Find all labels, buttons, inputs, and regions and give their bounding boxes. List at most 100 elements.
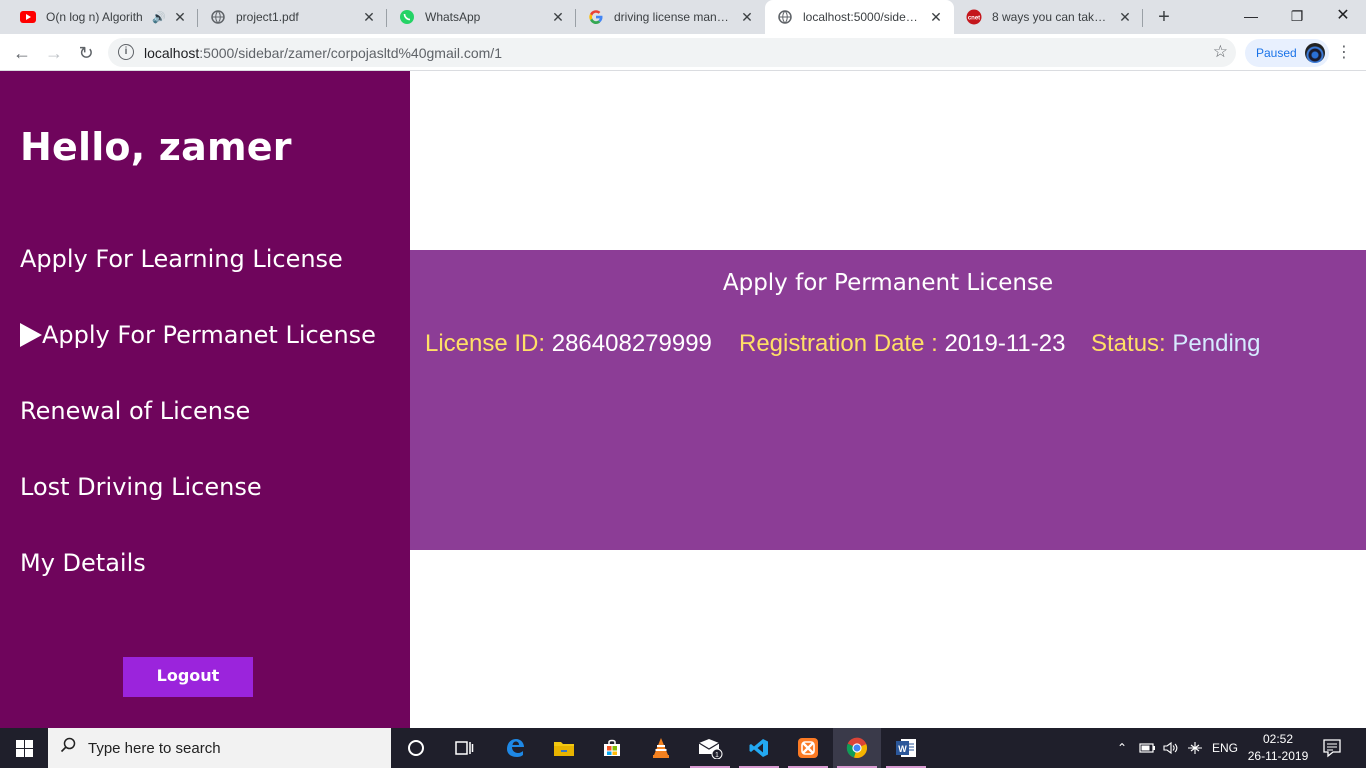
registration-date-label: Registration Date :	[739, 330, 938, 357]
registration-date-value: 2019-11-23	[944, 330, 1066, 357]
tab-google-search[interactable]: driving license manage ✕	[576, 0, 765, 34]
url-path: :5000/sidebar/zamer/corpojasltd%40gmail.…	[199, 45, 502, 61]
bookmark-star-icon[interactable]: ☆	[1213, 42, 1228, 62]
sidebar-item-label: Apply For Learning License	[20, 245, 343, 273]
reload-button[interactable]: ↻	[72, 39, 100, 67]
youtube-icon	[20, 9, 36, 25]
menu-kebab-icon[interactable]: ⋮	[1336, 39, 1352, 67]
chrome-icon[interactable]	[833, 728, 881, 768]
tab-cnet[interactable]: cnet 8 ways you can take scr ✕	[954, 0, 1143, 34]
address-bar[interactable]: i localhost:5000/sidebar/zamer/corpojasl…	[108, 38, 1236, 67]
tab-whatsapp[interactable]: WhatsApp ✕	[387, 0, 576, 34]
tab-title: driving license manage	[614, 10, 733, 24]
license-id-label: License ID:	[425, 330, 546, 357]
file-explorer-icon[interactable]	[540, 728, 588, 768]
speaker-icon[interactable]: 🔊	[152, 11, 166, 24]
tab-title: WhatsApp	[425, 10, 481, 24]
close-icon[interactable]: ✕	[361, 9, 377, 25]
minimize-button[interactable]: —	[1228, 0, 1274, 34]
clock-date: 26-11-2019	[1247, 749, 1309, 763]
restore-button[interactable]: ❐	[1274, 0, 1320, 34]
action-center-icon[interactable]	[1320, 736, 1344, 760]
permanent-license-panel: Apply for Permanent License License ID: …	[410, 250, 1366, 550]
tab-youtube[interactable]: O(n log n) Algorith 🔊 ✕	[8, 0, 198, 34]
cortana-icon[interactable]	[392, 728, 440, 768]
avatar	[1305, 43, 1325, 63]
clock[interactable]: 02:52 26-11-2019	[1244, 731, 1312, 765]
sidebar-item-label: Apply For Permanet License	[42, 321, 376, 349]
license-id-field: License ID: 286408279999	[425, 330, 712, 358]
search-icon	[60, 737, 76, 758]
tab-title: 8 ways you can take scr	[992, 10, 1111, 24]
globe-icon	[210, 9, 226, 25]
windows-taskbar: Type here to search 1 W ⌃ ENG 02:52 26-1…	[0, 728, 1366, 768]
search-placeholder: Type here to search	[88, 740, 221, 757]
close-icon[interactable]: ✕	[928, 9, 944, 25]
language-indicator[interactable]: ENG	[1212, 728, 1238, 768]
svg-text:cnet: cnet	[968, 16, 980, 22]
sidebar-item-permanent-license[interactable]: Apply For Permanet License	[20, 321, 376, 349]
battery-icon[interactable]	[1138, 728, 1156, 768]
tab-divider	[1142, 9, 1143, 27]
taskbar-search-input[interactable]: Type here to search	[48, 728, 391, 768]
globe-icon	[777, 9, 793, 25]
sidebar-item-learning-license[interactable]: Apply For Learning License	[20, 245, 343, 273]
close-window-button[interactable]: ✕	[1320, 0, 1366, 34]
svg-text:W: W	[898, 744, 907, 754]
registration-date-field: Registration Date : 2019-11-23	[739, 330, 1065, 358]
task-view-icon[interactable]	[440, 728, 488, 768]
sidebar-item-label: My Details	[20, 549, 146, 577]
page-content: Hello, zamer Apply For Learning License …	[0, 71, 1366, 728]
tab-localhost-active[interactable]: localhost:5000/sidebar/ ✕	[765, 0, 954, 34]
status-label: Status:	[1091, 330, 1166, 357]
profile-button[interactable]: Paused	[1245, 39, 1329, 67]
browser-toolbar: ← → ↻ i localhost:5000/sidebar/zamer/cor…	[0, 34, 1366, 71]
word-icon[interactable]: W	[882, 728, 930, 768]
browser-tab-strip: O(n log n) Algorith 🔊 ✕ project1.pdf ✕ W…	[0, 0, 1366, 34]
sidebar-item-renewal[interactable]: Renewal of License	[20, 397, 250, 425]
greeting-heading: Hello, zamer	[20, 125, 292, 169]
show-hidden-icons-chevron-up-icon[interactable]: ⌃	[1114, 728, 1130, 768]
sidebar: Hello, zamer Apply For Learning License …	[0, 71, 410, 728]
whatsapp-icon	[399, 9, 415, 25]
xampp-icon[interactable]	[784, 728, 832, 768]
forward-button[interactable]: →	[40, 39, 68, 67]
start-button[interactable]	[0, 728, 48, 768]
windows-logo-icon	[15, 739, 33, 757]
profile-status-label: Paused	[1256, 46, 1297, 60]
edge-browser-icon[interactable]	[491, 728, 539, 768]
network-icon[interactable]	[1186, 728, 1204, 768]
play-arrow-icon	[20, 323, 42, 347]
google-icon	[588, 9, 604, 25]
tab-project-pdf[interactable]: project1.pdf ✕	[198, 0, 387, 34]
tab-title: O(n log n) Algorith	[46, 10, 143, 24]
store-icon[interactable]	[588, 728, 636, 768]
mail-icon[interactable]: 1	[686, 728, 734, 768]
tab-title: localhost:5000/sidebar/	[803, 10, 922, 24]
close-icon[interactable]: ✕	[1117, 9, 1133, 25]
volume-icon[interactable]	[1162, 728, 1180, 768]
sidebar-item-lost-license[interactable]: Lost Driving License	[20, 473, 262, 501]
url-host: localhost	[144, 45, 200, 61]
license-id-value: 286408279999	[551, 330, 712, 357]
close-icon[interactable]: ✕	[172, 9, 188, 25]
close-icon[interactable]: ✕	[739, 9, 755, 25]
info-icon[interactable]: i	[118, 44, 134, 60]
close-icon[interactable]: ✕	[550, 9, 566, 25]
logout-button[interactable]: Logout	[123, 657, 253, 697]
status-field: Status: Pending	[1091, 330, 1260, 358]
url-text[interactable]: localhost:5000/sidebar/zamer/corpojasltd…	[144, 45, 502, 61]
status-badge: Pending	[1172, 330, 1261, 357]
vlc-icon[interactable]	[637, 728, 685, 768]
tab-title: project1.pdf	[236, 10, 299, 24]
sidebar-item-my-details[interactable]: My Details	[20, 549, 146, 577]
clock-time: 02:52	[1262, 732, 1294, 746]
mail-badge: 1	[715, 752, 719, 759]
panel-title: Apply for Permanent License	[722, 270, 1054, 296]
back-button[interactable]: ←	[8, 39, 36, 67]
sidebar-item-label: Lost Driving License	[20, 473, 262, 501]
sidebar-item-label: Renewal of License	[20, 397, 251, 425]
cnet-icon: cnet	[966, 9, 982, 25]
vscode-icon[interactable]	[735, 728, 783, 768]
new-tab-button[interactable]: +	[1152, 5, 1176, 29]
